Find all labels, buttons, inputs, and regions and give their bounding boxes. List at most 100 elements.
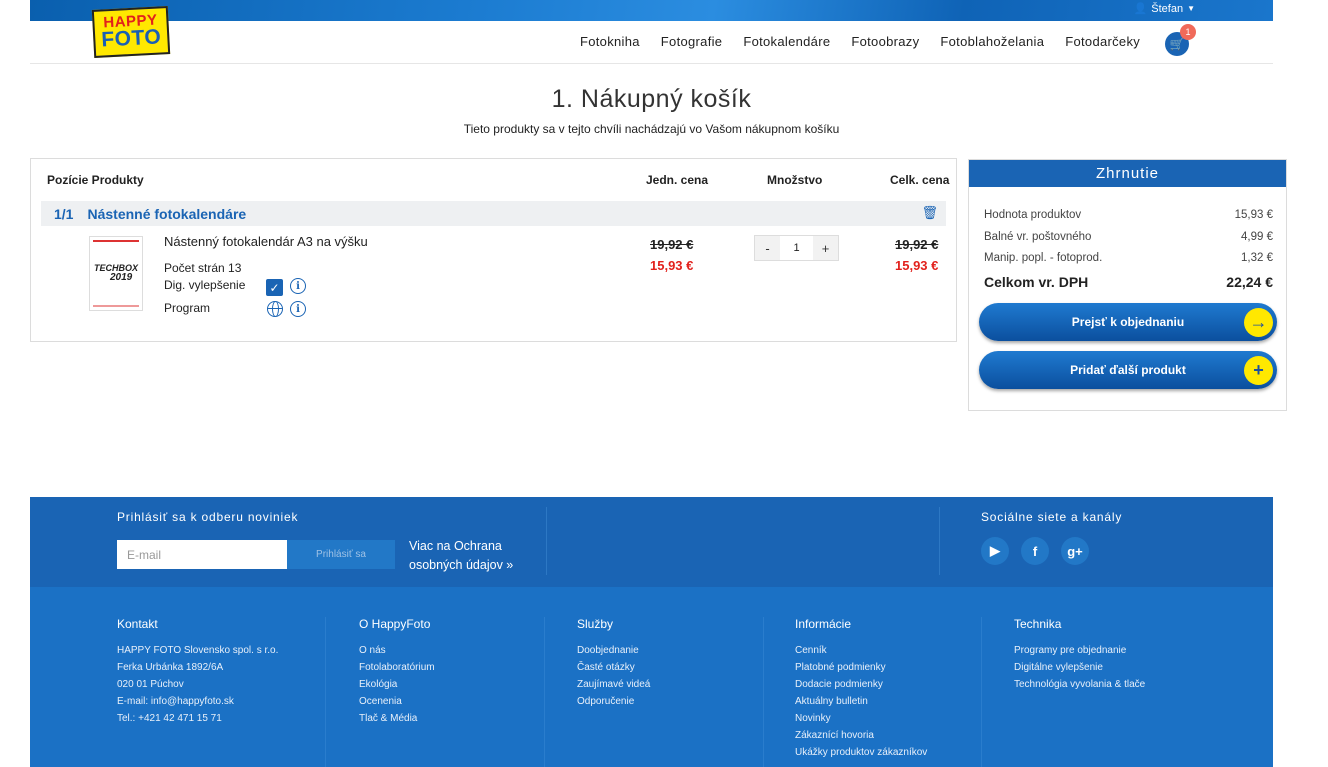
unit-price-new: 15,93 € (650, 258, 694, 273)
footer-link[interactable]: Digitálne vylepšenie (1014, 659, 1145, 676)
footer-column-kontakt: Kontakt HAPPY FOTO Slovensko spol. s r.o… (117, 617, 278, 727)
user-menu[interactable]: 👤 Štefan ▼ (1133, 2, 1195, 16)
footer-link[interactable]: Doobjednanie (577, 642, 650, 659)
summary-label: Hodnota produktov (984, 209, 1082, 221)
footer-column-informacie: Informácie Cenník Platobné podmienky Dod… (795, 617, 927, 761)
logo-line-2: FOTO (100, 25, 162, 52)
unit-price-old: 19,92 € (650, 237, 694, 252)
summary-row: Manip. popl. - fotoprod. 1,32 € (984, 252, 1273, 264)
summary-value: 15,93 € (1234, 209, 1273, 221)
footer-divider (763, 617, 764, 767)
footer-column-heading: Informácie (795, 617, 852, 631)
plus-icon: + (1244, 356, 1273, 385)
footer-link[interactable]: Zákaznící hovoria (795, 727, 927, 744)
nav-fotokalendare[interactable]: Fotokalendáre (743, 34, 830, 49)
footer-column-heading: O HappyFoto (359, 617, 431, 631)
nav-fotografie[interactable]: Fotografie (661, 34, 723, 49)
quantity-value[interactable]: 1 (780, 236, 813, 260)
privacy-link[interactable]: Viac na Ochrana osobných údajov » (409, 537, 549, 575)
nav-fotoobrazy[interactable]: Fotoobrazy (851, 34, 919, 49)
summary-label: Manip. popl. - fotoprod. (984, 252, 1103, 264)
nav-links: Fotokniha Fotografie Fotokalendáre Fotoo… (580, 34, 1140, 49)
nav-fotodarceky[interactable]: Fotodarčeky (1065, 34, 1140, 49)
footer-column-heading: Kontakt (117, 617, 158, 631)
newsletter-title: Prihlásiť sa k odberu noviniek (117, 510, 299, 524)
total-price-new: 15,93 € (895, 258, 939, 273)
footer-link[interactable]: Odporučenie (577, 693, 650, 710)
user-icon: 👤 (1133, 3, 1148, 15)
summary-panel: Zhrnutie Hodnota produktov 15,93 € Balné… (968, 159, 1287, 411)
info-icon[interactable]: i (290, 278, 306, 294)
summary-total-value: 22,24 € (1226, 274, 1273, 290)
group-position: 1/1 (54, 205, 74, 222)
footer-link[interactable]: Dodacie podmienky (795, 676, 927, 693)
info-icon[interactable]: i (290, 301, 306, 317)
footer-link[interactable]: Ocenenia (359, 693, 435, 710)
social-title: Sociálne siete a kanály (981, 510, 1123, 524)
google-plus-icon[interactable]: g+ (1061, 537, 1089, 565)
footer-link[interactable]: Fotolaboratórium (359, 659, 435, 676)
enhancement-label: Dig. vylepšenie (164, 278, 246, 292)
footer-column-heading: Služby (577, 617, 614, 631)
checkout-button[interactable]: Prejsť k objednaniu → (979, 303, 1277, 341)
quantity-decrease-button[interactable]: - (755, 236, 780, 260)
footer-link[interactable]: Časté otázky (577, 659, 650, 676)
footer-links-band: Kontakt HAPPY FOTO Slovensko spol. s r.o… (30, 587, 1273, 767)
summary-total-row: Celkom vr. DPH 22,24 € (984, 274, 1273, 290)
footer-link[interactable]: O nás (359, 642, 435, 659)
caret-down-icon: ▼ (1187, 4, 1195, 13)
footer-column-o-happyfoto: O HappyFoto O nás Fotolaboratórium Ekoló… (359, 617, 435, 727)
quantity-increase-button[interactable]: + (813, 236, 838, 260)
nav-fotoblahozelania[interactable]: Fotoblahoželania (940, 34, 1044, 49)
footer-link[interactable]: Technológia vyvolania & tlače (1014, 676, 1145, 693)
footer-contact-line[interactable]: E-mail: info@happyfoto.sk (117, 693, 278, 710)
footer-column-heading: Technika (1014, 617, 1062, 631)
page-subtitle: Tieto produkty sa v tejto chvíli nachádz… (463, 122, 840, 136)
footer-divider (544, 617, 545, 767)
quantity-stepper: - 1 + (754, 235, 839, 261)
top-bar: 👤 Štefan ▼ (30, 0, 1273, 21)
summary-row: Hodnota produktov 15,93 € (984, 209, 1273, 221)
footer-link[interactable]: Programy pre objednanie (1014, 642, 1145, 659)
summary-label: Balné vr. poštovného (984, 231, 1092, 243)
footer-link[interactable]: Zaujímavé videá (577, 676, 650, 693)
footer-newsletter-band: Prihlásiť sa k odberu noviniek Prihlásiť… (30, 497, 1273, 587)
footer-contact-line: Ferka Urbánka 1892/6A (117, 662, 224, 673)
product-pages: Počet strán 13 (164, 261, 242, 275)
product-thumbnail[interactable]: TECHBOX 2019 (89, 236, 143, 311)
footer-link[interactable]: Tlač & Média (359, 710, 435, 727)
footer-link[interactable]: Aktuálny bulletin (795, 693, 927, 710)
cart-count-badge: 1 (1180, 24, 1196, 40)
cart-panel: Pozície Produkty Jedn. cena Množstvo Cel… (30, 158, 957, 342)
header-positions: Pozície Produkty (47, 173, 144, 187)
footer-link[interactable]: Ukážky produktov zákazníkov (795, 744, 927, 761)
footer-link[interactable]: Novinky (795, 710, 927, 727)
enhancement-checkbox[interactable]: ✓ (266, 279, 283, 296)
footer-contact-line: 020 01 Púchov (117, 679, 184, 690)
product-group-row: 1/1 Nástenné fotokalendáre 🗑 (41, 201, 946, 226)
add-product-button[interactable]: Pridať ďalší produkt + (979, 351, 1277, 389)
product-name: Nástenný fotokalendár A3 na výšku (164, 234, 368, 249)
nav-fotokniha[interactable]: Fotokniha (580, 34, 640, 49)
globe-icon[interactable] (267, 301, 283, 317)
footer-divider (546, 507, 547, 575)
facebook-icon[interactable]: f (1021, 537, 1049, 565)
header-total-price: Celk. cena (890, 173, 950, 187)
header-quantity: Množstvo (767, 173, 823, 187)
footer-link[interactable]: Cenník (795, 642, 927, 659)
footer-link[interactable]: Ekológia (359, 676, 435, 693)
footer-link[interactable]: Platobné podmienky (795, 659, 927, 676)
arrow-right-icon: → (1244, 308, 1273, 337)
newsletter-email-input[interactable] (117, 540, 287, 569)
user-name: Štefan (1151, 2, 1184, 15)
footer-divider (325, 617, 326, 767)
summary-title: Zhrnutie (969, 160, 1286, 187)
happyfoto-logo[interactable]: HAPPY FOTO (91, 6, 171, 58)
footer-contact-line: HAPPY FOTO Slovensko spol. s r.o. (117, 645, 279, 656)
checkout-button-label: Prejsť k objednaniu (1071, 315, 1185, 329)
thumb-stripe-bottom (93, 305, 139, 307)
subscribe-button[interactable]: Prihlásiť sa (287, 540, 395, 569)
youtube-icon[interactable]: ▶ (981, 537, 1009, 565)
trash-icon[interactable]: 🗑 (921, 205, 938, 221)
footer-divider (939, 507, 940, 575)
